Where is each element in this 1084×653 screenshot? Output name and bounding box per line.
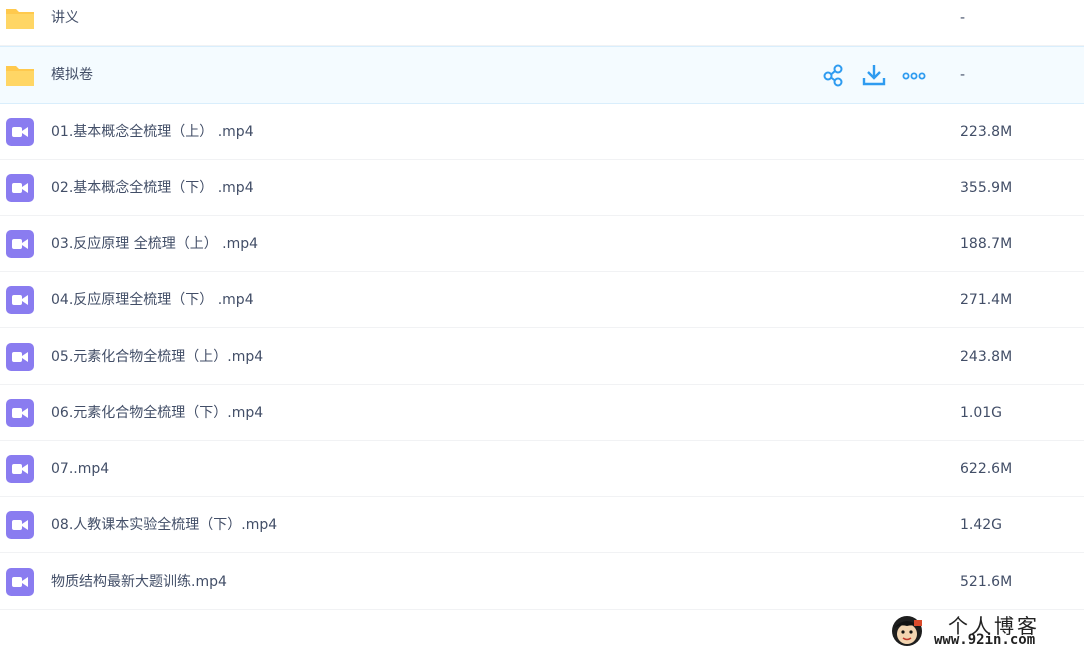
file-name[interactable]: 04.反应原理全梳理（下） .mp4 <box>51 290 254 310</box>
file-name[interactable]: 01.基本概念全梳理（上） .mp4 <box>51 122 254 142</box>
file-name[interactable]: 讲义 <box>51 8 79 28</box>
video-file-icon <box>6 343 34 371</box>
more-icon[interactable] <box>902 63 926 87</box>
file-row-video[interactable]: 01.基本概念全梳理（上） .mp4 223.8M <box>0 104 1084 160</box>
file-row-folder[interactable]: 讲义 - <box>0 0 1084 46</box>
folder-icon <box>6 9 34 29</box>
file-name[interactable]: 模拟卷 <box>51 65 93 85</box>
file-row-video[interactable]: 05.元素化合物全梳理（上）.mp4 243.8M <box>0 329 1084 385</box>
video-file-icon <box>6 511 34 539</box>
file-size: 271.4M <box>960 292 1013 308</box>
file-size: 622.6M <box>960 461 1013 477</box>
file-size: 521.6M <box>960 574 1013 590</box>
file-row-video[interactable]: 物质结构最新大题训练.mp4 521.6M <box>0 554 1084 610</box>
watermark-url: www.92in.com <box>934 632 1036 648</box>
file-name[interactable]: 03.反应原理 全梳理（上） .mp4 <box>51 234 258 254</box>
file-size: 1.42G <box>960 517 1003 533</box>
file-row-video[interactable]: 02.基本概念全梳理（下） .mp4 355.9M <box>0 160 1084 216</box>
watermark: 个人博客 www.92in.com <box>890 608 1080 652</box>
file-size: 243.8M <box>960 349 1013 365</box>
file-row-video[interactable]: 04.反应原理全梳理（下） .mp4 271.4M <box>0 272 1084 328</box>
file-name[interactable]: 08.人教课本实验全梳理（下）.mp4 <box>51 515 277 535</box>
avatar-icon <box>892 616 922 646</box>
file-row-video[interactable]: 07..mp4 622.6M <box>0 441 1084 497</box>
file-size: - <box>960 10 966 26</box>
file-row-video[interactable]: 06.元素化合物全梳理（下）.mp4 1.01G <box>0 385 1084 441</box>
download-icon[interactable] <box>862 63 886 87</box>
file-name[interactable]: 05.元素化合物全梳理（上）.mp4 <box>51 347 263 367</box>
file-name[interactable]: 06.元素化合物全梳理（下）.mp4 <box>51 403 263 423</box>
video-file-icon <box>6 174 34 202</box>
file-size: 188.7M <box>960 236 1013 252</box>
file-size: 1.01G <box>960 405 1003 421</box>
file-name[interactable]: 物质结构最新大题训练.mp4 <box>51 572 227 592</box>
video-file-icon <box>6 568 34 596</box>
file-name[interactable]: 07..mp4 <box>51 459 109 479</box>
video-file-icon <box>6 230 34 258</box>
file-size: 223.8M <box>960 124 1013 140</box>
file-row-folder[interactable]: 模拟卷 - <box>0 46 1084 104</box>
video-file-icon <box>6 286 34 314</box>
share-icon[interactable] <box>822 63 846 87</box>
file-name[interactable]: 02.基本概念全梳理（下） .mp4 <box>51 178 254 198</box>
file-row-video[interactable]: 03.反应原理 全梳理（上） .mp4 188.7M <box>0 216 1084 272</box>
video-file-icon <box>6 399 34 427</box>
file-size: 355.9M <box>960 180 1013 196</box>
video-file-icon <box>6 118 34 146</box>
file-size: - <box>960 67 966 83</box>
folder-icon <box>6 66 34 86</box>
file-row-video[interactable]: 08.人教课本实验全梳理（下）.mp4 1.42G <box>0 497 1084 553</box>
video-file-icon <box>6 455 34 483</box>
